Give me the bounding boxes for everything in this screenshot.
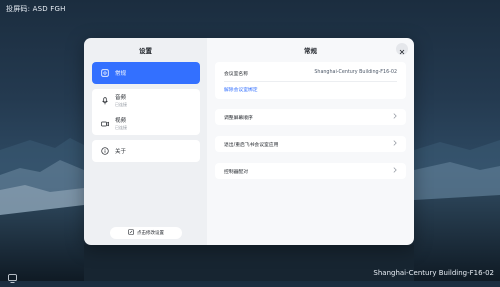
sidebar-item-general[interactable]: 常规 [92,62,200,84]
device-group: 音频 已连接 视频 已连接 [92,89,200,135]
settings-sidebar: 设置 常规 音频 已连接 视频 已连接 关于 点击修改设置 [84,38,207,245]
edit-settings-icon [128,229,134,237]
room-name-footer: Shanghai-Century Building-F16-02 [373,269,494,277]
content-title: 常规 [304,47,317,55]
row-label: 退出/重启飞书会议室应用 [224,142,279,148]
controller-pairing-row[interactable]: 控制器配对 [215,163,406,179]
cast-icon[interactable] [8,268,17,283]
screen-order-row[interactable]: 调整屏幕顺序 [215,109,406,125]
sidebar-title: 设置 [139,47,152,55]
settings-dialog: 设置 常规 音频 已连接 视频 已连接 关于 点击修改设置 常规 会议室名称 S… [84,38,414,245]
restart-app-row[interactable]: 退出/重启飞书会议室应用 [215,136,406,152]
room-name-label: 会议室名称 [224,72,248,77]
chevron-right-icon [393,167,397,175]
sidebar-item-label: 关于 [115,149,127,155]
settings-content: 常规 会议室名称 Shanghai-Century Building-F16-0… [207,38,414,245]
edit-settings-label: 点击修改设置 [137,231,164,236]
room-card: 会议室名称 Shanghai-Century Building-F16-02 解… [215,62,406,99]
row-label: 调整屏幕顺序 [224,115,253,121]
video-status: 已连接 [115,125,127,130]
divider [224,81,397,82]
close-icon [399,40,405,59]
sidebar-item-audio[interactable]: 音频 已连接 [92,89,200,112]
room-name-row: 会议室名称 Shanghai-Century Building-F16-02 [224,70,397,77]
sidebar-item-about[interactable]: 关于 [92,140,200,162]
chevron-right-icon [393,140,397,148]
room-name-value: Shanghai-Century Building-F16-02 [314,70,397,75]
microphone-icon [101,96,109,105]
share-code-label: 投屏码: ASD FGH [6,5,66,13]
row-label: 控制器配对 [224,169,248,175]
camera-icon [101,120,109,128]
sidebar-item-label: 常规 [115,71,127,77]
audio-label: 音频 [115,95,127,101]
video-label: 视频 [115,118,127,124]
info-icon [101,147,109,155]
edit-settings-button[interactable]: 点击修改设置 [110,227,182,239]
settings-general-icon [101,69,109,77]
audio-status: 已连接 [115,102,127,107]
close-button[interactable] [396,43,408,55]
chevron-right-icon [393,113,397,121]
unbind-room-link[interactable]: 解除会议室绑定 [224,86,258,93]
sidebar-item-video[interactable]: 视频 已连接 [92,112,200,135]
